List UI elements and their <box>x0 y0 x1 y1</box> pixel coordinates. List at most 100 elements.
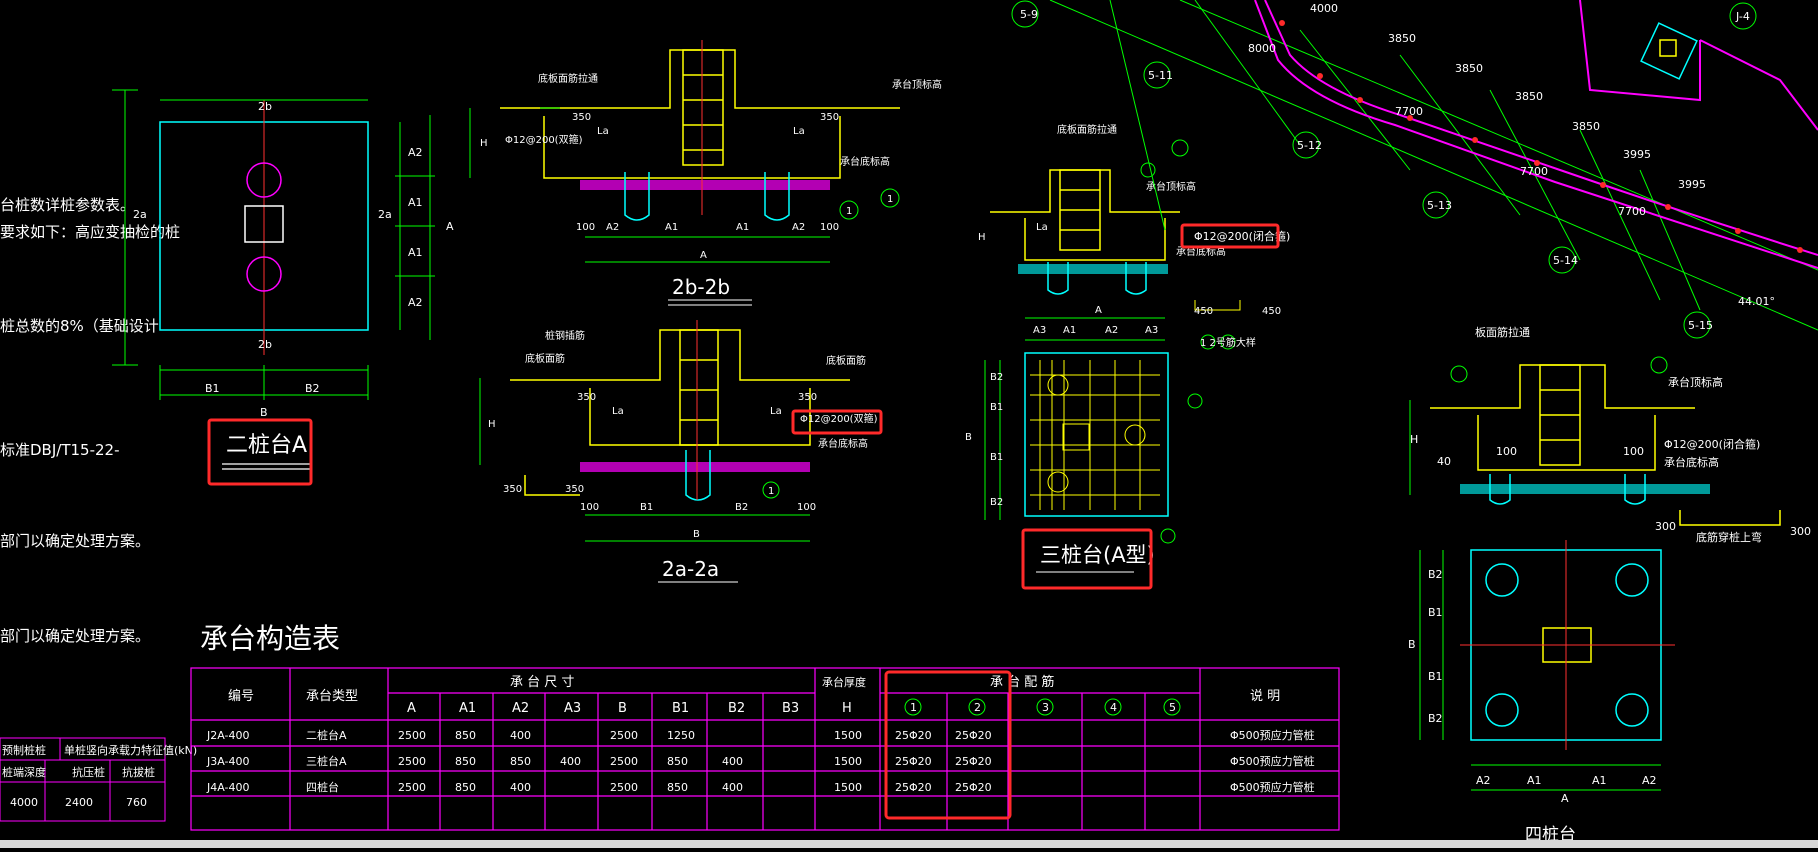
label-cap-top: 承台顶标高 <box>892 78 942 91</box>
four-pile-cap: 板面筋拉通 承台顶标高 Φ12@200(闭合箍) 承台底标高 H 40 100 … <box>1408 325 1811 845</box>
note-line-5: 部门以确定处理方案。 <box>0 532 150 550</box>
pile-table-cell: 760 <box>126 796 147 809</box>
dim-a1-l: A1 <box>1527 774 1542 787</box>
two-pile-cap-plan: 2b 2b 2a 2a A2 A1 A1 A2 A B1 B2 B 二桩台A <box>112 89 454 486</box>
label-la-right: La <box>793 126 805 137</box>
plan-dim: 3850 <box>1572 120 1600 133</box>
dim-h: H <box>480 138 488 149</box>
section-2a-2a: 桩钢插筋 底板面筋 底板面筋 350 350 La La H 承台底标高 350… <box>479 320 883 583</box>
dim-a2-left: A2 <box>606 222 619 233</box>
note-line-4: 标准DBJ/T15-22- <box>0 441 119 459</box>
table-cell-B1: 1250 <box>667 729 695 742</box>
table-cell-note: Φ500预应力管桩 <box>1230 754 1315 768</box>
dim-a2: A2 <box>1105 325 1118 336</box>
dim-b: B <box>1408 638 1416 651</box>
label-stirrup: Φ12@200(闭合箍) <box>1194 229 1290 243</box>
label-cap-bottom: 承台底标高 <box>840 155 890 168</box>
dim-450-r: 450 <box>1262 306 1281 317</box>
cad-canvas[interactable]: 台桩数详桩参数表。 要求如下：高应变抽检的桩 桩总数的8%（基础设计 标准DBJ… <box>0 0 1818 848</box>
table-cell-note: Φ500预应力管桩 <box>1230 728 1315 742</box>
table-cell-A: 2500 <box>398 729 426 742</box>
table-cell-B2: 400 <box>722 755 743 768</box>
th-id: 编号 <box>228 689 254 704</box>
dim-350-right: 350 <box>820 112 839 123</box>
dim-a: A <box>700 250 707 261</box>
drawing-svg[interactable]: 台桩数详桩参数表。 要求如下：高应变抽检的桩 桩总数的8%（基础设计 标准DBJ… <box>0 0 1818 848</box>
label-pile-steel: 桩钢插筋 <box>545 329 585 342</box>
two-pile-cap-title: 二桩台A <box>226 433 307 458</box>
table-cell-A3: 400 <box>560 755 581 768</box>
callout-1: 1 <box>846 206 852 217</box>
table-cell-B: 2500 <box>610 781 638 794</box>
dim-a1-left: A1 <box>665 222 678 233</box>
dim-h: H <box>1410 433 1418 446</box>
dim-2a-right: 2a <box>378 208 392 221</box>
table-cell-B1: 850 <box>667 781 688 794</box>
table-cell-id: J4A-400 <box>206 781 250 794</box>
label-stirrup: Φ12@200(双箍) <box>505 133 583 146</box>
table-cell-r1: 25Φ20 <box>895 755 932 768</box>
dim-a2-r: A2 <box>1642 774 1657 787</box>
dim-a: A <box>1561 792 1569 805</box>
dim-a2-right: A2 <box>792 222 805 233</box>
label-bottom-rebar: 底板面筋 <box>525 352 565 365</box>
plan-dim: 8000 <box>1248 42 1276 55</box>
table-cell-B1: 850 <box>667 755 688 768</box>
status-bar <box>0 840 1818 848</box>
dim-b1-bottom: B1 <box>990 452 1003 463</box>
dim-100-r: 100 <box>1623 445 1644 458</box>
pile-table-header: 预制桩桩 <box>2 743 46 757</box>
cap-construction-table: 承台构造表 编号 承台类型 承 台 尺 寸 承台厚度 H 承 台 配 筋 说 明… <box>190 622 1340 831</box>
dim-100-l: 100 <box>1496 445 1517 458</box>
table-cell-A1: 850 <box>455 755 476 768</box>
label-cap-top: 承台顶标高 <box>1668 375 1723 389</box>
th-size-col: B1 <box>672 701 689 716</box>
dim-2b-bottom: 2b <box>258 338 272 351</box>
dim-a: A <box>446 220 454 233</box>
site-plan: 5-9 5-11 5-12 5-13 5-14 5-15 J-4 4000 38… <box>1011 0 1818 339</box>
pile-table-header: 单桩竖向承载力特征值(kN) <box>64 743 197 757</box>
three-pile-cap-title: 三桩台(A型) <box>1040 543 1155 567</box>
axis-label: 5-12 <box>1297 139 1322 152</box>
label-top-rebar: 底板面筋拉通 <box>1057 123 1117 136</box>
callout-1b: 1 <box>887 194 893 205</box>
table-cell-H: 1500 <box>834 755 862 768</box>
axis-label: 5-13 <box>1427 199 1452 212</box>
pile-table-sub: 抗压桩 <box>72 765 105 779</box>
dim-2a-left: 2a <box>133 208 147 221</box>
callout-1: 1 <box>768 486 774 497</box>
th-rebar-col: 2 <box>974 701 981 714</box>
note-line-6: 部门以确定处理方案。 <box>0 627 150 645</box>
dim-b1-bottom: B1 <box>1428 670 1443 683</box>
dim-h: H <box>488 419 496 430</box>
pile-table-cell: 2400 <box>65 796 93 809</box>
dim-b2: B2 <box>305 382 320 395</box>
table-grid <box>190 667 1340 831</box>
dim-a1: A1 <box>1063 325 1076 336</box>
table-cell-r1: 25Φ20 <box>895 781 932 794</box>
dim-a1-2: A1 <box>408 246 423 259</box>
table-cell-note: Φ500预应力管桩 <box>1230 780 1315 794</box>
plan-dim: 4000 <box>1310 2 1338 15</box>
dim-b2-top: B2 <box>1428 568 1443 581</box>
table-cell-A: 2500 <box>398 781 426 794</box>
th-rebar: 承 台 配 筋 <box>990 674 1054 690</box>
table-cell-type: 四桩台 <box>306 780 339 794</box>
th-size: 承 台 尺 寸 <box>510 675 574 690</box>
label-la-left: La <box>597 126 609 137</box>
dim-350-low-r: 350 <box>565 484 584 495</box>
table-cell-type: 二桩台A <box>306 728 347 742</box>
dim-350-low-l: 350 <box>503 484 522 495</box>
plan-dim: 7700 <box>1395 105 1423 118</box>
dim-a2-l: A2 <box>1476 774 1491 787</box>
table-cell-id: J2A-400 <box>206 729 250 742</box>
design-notes: 台桩数详桩参数表。 要求如下：高应变抽检的桩 桩总数的8%（基础设计 标准DBJ… <box>0 196 180 645</box>
dim-2b-top: 2b <box>258 100 272 113</box>
dim-100-r: 100 <box>797 502 816 513</box>
th-rebar-col: 1 <box>910 701 917 714</box>
table-cell-r2: 25Φ20 <box>955 781 992 794</box>
th-size-col: A <box>407 701 416 716</box>
section-title-2b: 2b-2b <box>672 275 730 299</box>
dim-b: B <box>260 406 268 419</box>
plan-dim: 3995 <box>1623 148 1651 161</box>
